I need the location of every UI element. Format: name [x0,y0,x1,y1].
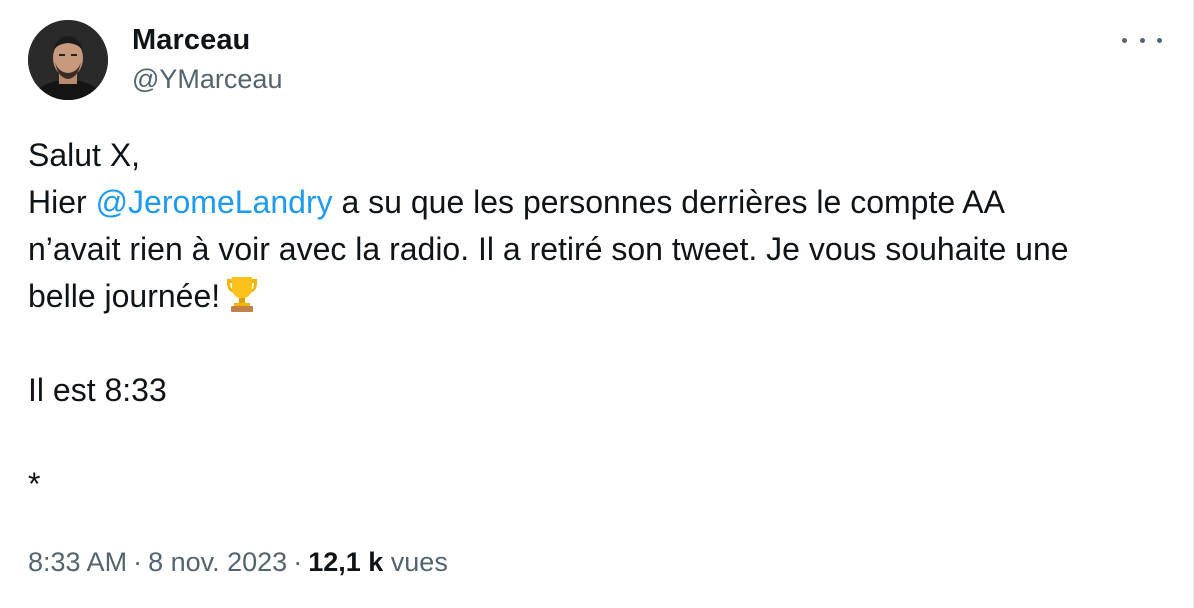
tweet-text-segment: belle journée! [28,278,221,314]
author-name[interactable]: Marceau [132,24,250,57]
tweet-text-segment: Hier [28,184,96,220]
more-options-icon[interactable] [1122,30,1162,50]
separator: · [133,547,143,577]
tweet-line: n’avait rien à voir avec la radio. Il a … [28,231,1069,267]
tweet-meta: 8:33 AM · 8 nov. 2023 · 12,1 k vues [28,547,448,578]
tweet-text: Salut X, Hier @JeromeLandry a su que les… [28,132,1178,508]
tweet-line: * [28,466,41,502]
tweet-line: Salut X, [28,137,141,173]
tweet-line: Il est 8:33 [28,372,167,408]
avatar-photo [28,20,108,100]
tweet-time: 8:33 AM [28,547,128,577]
tweet-date: 8 nov. 2023 [148,547,288,577]
views-count: 12,1 k [308,547,384,577]
mention-link[interactable]: @JeromeLandry [96,184,333,220]
dot [1122,37,1127,43]
dot [1139,37,1145,43]
tweet-line: Hier @JeromeLandry a su que les personne… [28,179,1178,226]
views-label: vues [390,547,448,577]
tweet-time-link[interactable]: 8:33 AM · 8 nov. 2023 [28,547,287,577]
trophy-icon [224,275,260,313]
dot [1157,37,1162,43]
tweet-text-segment: a su que les personnes derrières le comp… [332,184,1005,220]
tweet-card: Marceau @YMarceau Salut X, Hier @JeromeL… [0,0,1194,608]
avatar[interactable] [28,20,108,100]
tweet-line: belle journée! [28,273,1178,320]
author-handle[interactable]: @YMarceau [132,64,282,95]
separator: · [293,547,303,577]
